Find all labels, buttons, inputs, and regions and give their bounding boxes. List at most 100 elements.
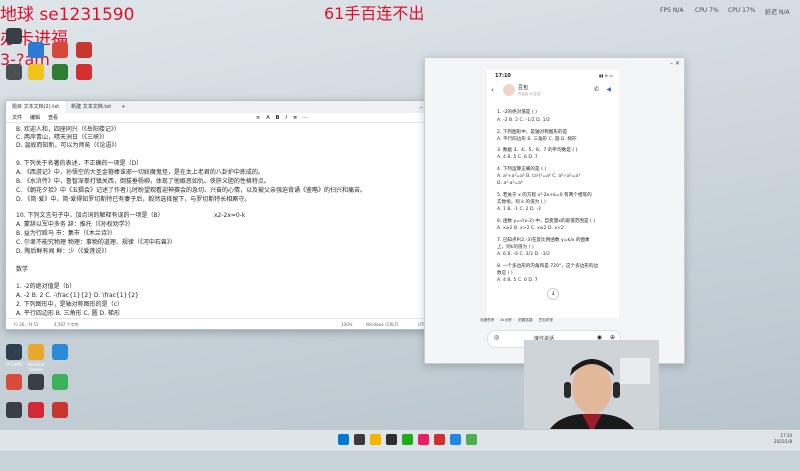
wechat-icon[interactable] [402, 434, 413, 445]
minimize-icon[interactable]: – [670, 60, 673, 67]
desktop-app-icon[interactable] [52, 344, 68, 360]
menu-edit[interactable]: 编辑 [30, 114, 40, 121]
taskbar-app-icon[interactable] [434, 434, 445, 445]
question-line: D. a²·a³=a⁶ [497, 181, 523, 186]
question-line: A. x≥2 B. x>2 C. x≤2 D. x<2 [497, 226, 564, 231]
text-line: A. 《西游记》中，孙悟空的大圣金箍棒诛邪一切妖魔鬼怪，是在太上老君的八卦炉中炼… [16, 169, 264, 176]
start-icon[interactable] [338, 434, 349, 445]
question-line: A. 4 B. 5 C. 6 D. 7 [497, 278, 538, 283]
taskbar-app-icon[interactable] [386, 434, 397, 445]
rockstar-label: Rockstar Games [27, 362, 45, 372]
question-line: A. 1 B. -1 C. 2 D. -2 [497, 207, 542, 212]
align-icon[interactable]: ≣ [293, 115, 297, 121]
notepad-window: 题目 文本文档(2).txt 新建 文本文档.txt + – □ ✕ 文件 编辑… [5, 100, 457, 330]
cpu-stat: CPU 7% [695, 7, 719, 14]
speaker-icon[interactable]: ◀ [606, 86, 611, 93]
clock-date: 2025/1/8 [774, 439, 792, 444]
text-line: 数学 [16, 266, 29, 273]
desktop-app-icon[interactable] [28, 42, 44, 58]
tab-new-file[interactable]: 新建 文本文档.txt [65, 101, 117, 113]
deep-think-button[interactable]: 深度思考 [480, 318, 494, 323]
desktop-app-icon[interactable] [52, 402, 68, 418]
tfgame-icon[interactable] [6, 344, 22, 360]
font-icon[interactable]: A [266, 115, 269, 121]
gpu-stat: CPU 17% [728, 7, 756, 14]
list-format-icon[interactable]: ≡ [256, 115, 260, 121]
back-icon[interactable]: ‹ [491, 86, 494, 94]
latency-stat: 延迟 N/A [765, 9, 790, 16]
webcam-feed [524, 340, 659, 440]
desktop-app-icon[interactable] [28, 402, 44, 418]
question-line: A. -2 B. 2 C. -1/2 D. 1/2 [497, 118, 550, 123]
taskbar-app-icon[interactable] [354, 434, 365, 445]
phone-call-icon[interactable]: ✆ [594, 86, 599, 93]
desktop-app-icon[interactable] [52, 374, 68, 390]
notepad-titlebar: 题目 文本文档(2).txt 新建 文本文档.txt + – □ ✕ [6, 101, 456, 113]
camera-icon[interactable]: ◎ [494, 334, 499, 341]
text-line: C. 两岸青山，晴天洲日（《三峡》） [16, 134, 109, 141]
status-icons: ▮▮ ≋ ▭ [598, 73, 613, 78]
question-line: 实数根，则 k 的值为 ( ) [497, 200, 546, 205]
zoom-level: 100% [341, 322, 353, 327]
inline-note: x2-2x=0-k [214, 212, 246, 219]
desktop-app-icon[interactable] [6, 28, 22, 44]
close-icon[interactable]: ✕ [675, 60, 680, 67]
study-button[interactable]: 豆包学堂 [539, 318, 553, 323]
question-line: 2. 下列图形中，是轴对称图形的是 [497, 130, 568, 135]
question-line: 7. 已知点P(2,-3)在反比例函数 y=k/x 的图象 [497, 238, 590, 243]
desktop-app-icon[interactable] [52, 64, 68, 80]
text-line: 1. -2的绝对值是（b） [16, 283, 76, 290]
clock[interactable]: 17:10 2025/1/8 [774, 433, 792, 445]
bold-icon[interactable]: B [276, 115, 280, 121]
file-explorer-icon[interactable] [370, 434, 381, 445]
phone-screen: 17:10 ▮▮ ≋ ▭ ‹ 豆包 内容由 AI 生成 ✆ ◀ 1. -2的绝对… [487, 70, 619, 318]
question-line: 8. 一个多边形的内角和是 720°，这个多边形的边 [497, 264, 599, 269]
char-count: 4,587 个字符 [54, 322, 79, 327]
desktop-app-icon[interactable] [28, 374, 44, 390]
contact-name: 豆包 [518, 85, 529, 91]
desktop-app-icon[interactable] [76, 42, 92, 58]
phone-mirror-window: – ✕ 17:10 ▮▮ ≋ ▭ ‹ 豆包 内容由 AI 生成 ✆ ◀ 1. -… [424, 57, 685, 364]
rockstar-icon[interactable] [28, 344, 44, 360]
question-line: 1. -2的绝对值是 ( ) [497, 110, 537, 115]
taskbar-app-icon[interactable] [466, 434, 477, 445]
new-tab-icon[interactable]: + [117, 104, 129, 110]
taskbar: 17:10 2025/1/8 [0, 429, 800, 451]
taskbar-app-icon[interactable] [450, 434, 461, 445]
question-line: A. 4 B. 5 C. 6 D. 7 [497, 155, 538, 160]
text-line: B. 《水浒传》中，鲁智深拳打镇关西，倒拔垂杨柳，体现了他嫉恶如仇、侠肝义胆的性… [16, 178, 270, 185]
notepad-statusbar: 行 26，列 51 4,587 个字符 100% Windows (CRLF) … [6, 318, 456, 329]
text-line: A. 平行四边形 B. 三角形 C. 圆 D. 梯形 [16, 310, 120, 317]
desktop-app-icon[interactable] [76, 64, 92, 80]
tab-questions-file[interactable]: 题目 文本文档(2).txt [6, 101, 66, 113]
question-line: A. 平行四边形 B. 三角形 C. 圆 D. 梯形 [497, 137, 577, 142]
taskbar-app-icon[interactable] [418, 434, 429, 445]
question-line: 数是 ( ) [497, 271, 513, 276]
text-line: B. 益为行殴马 市：集市（《木兰诗》） [16, 230, 116, 237]
question-line: 上，则k的值为 ( ) [497, 245, 534, 250]
text-line: B. 欢迎人和，四座同兴（《岳阳楼记》） [16, 126, 120, 133]
menu-view[interactable]: 查看 [48, 114, 58, 121]
desktop-app-icon[interactable] [52, 42, 68, 58]
desktop-app-icon[interactable] [28, 64, 44, 80]
text-line: D. 《简·爱》中，简·爱得知罗切斯特已有妻子后，毅然选择留下，与罗切斯特长相厮… [16, 196, 251, 203]
fps-stat: FPS N/A [660, 7, 684, 14]
menu-file[interactable]: 文件 [12, 114, 22, 121]
notepad-text-area[interactable]: B. 欢迎人和，四座同兴（《岳阳楼记》） C. 两岸青山，晴天洲日（《三峡》） … [6, 123, 456, 319]
cursor-position: 行 26，列 51 [14, 322, 39, 327]
question-line: 6. 函数 y=√(x-2) 中，自变量x的取值范围是 ( ) [497, 219, 596, 224]
text-line: 2. 下列图形中，是轴对称图形的是（c） [16, 301, 123, 308]
desktop-app-icon[interactable] [6, 64, 22, 80]
ai-create-button[interactable]: AI 创作 [500, 318, 512, 323]
more-icon[interactable]: ⋯ [303, 115, 308, 121]
scroll-down-icon[interactable]: ↓ [547, 288, 559, 300]
desktop-app-icon[interactable] [6, 374, 22, 390]
italic-icon[interactable]: I [285, 115, 286, 121]
desktop-app-icon[interactable] [6, 402, 22, 418]
photo-question-button[interactable]: 拍题答疑 [518, 318, 532, 323]
avatar [503, 84, 515, 96]
window-controls: – ✕ [670, 60, 680, 67]
overlay-headline: 61手百连不出 [324, 4, 425, 23]
line-ending: Windows (CRLF) [366, 322, 399, 327]
text-line: C. 尔聿不能究物理 物理：事物的道理、规律（《河中石兽》） [16, 239, 176, 246]
